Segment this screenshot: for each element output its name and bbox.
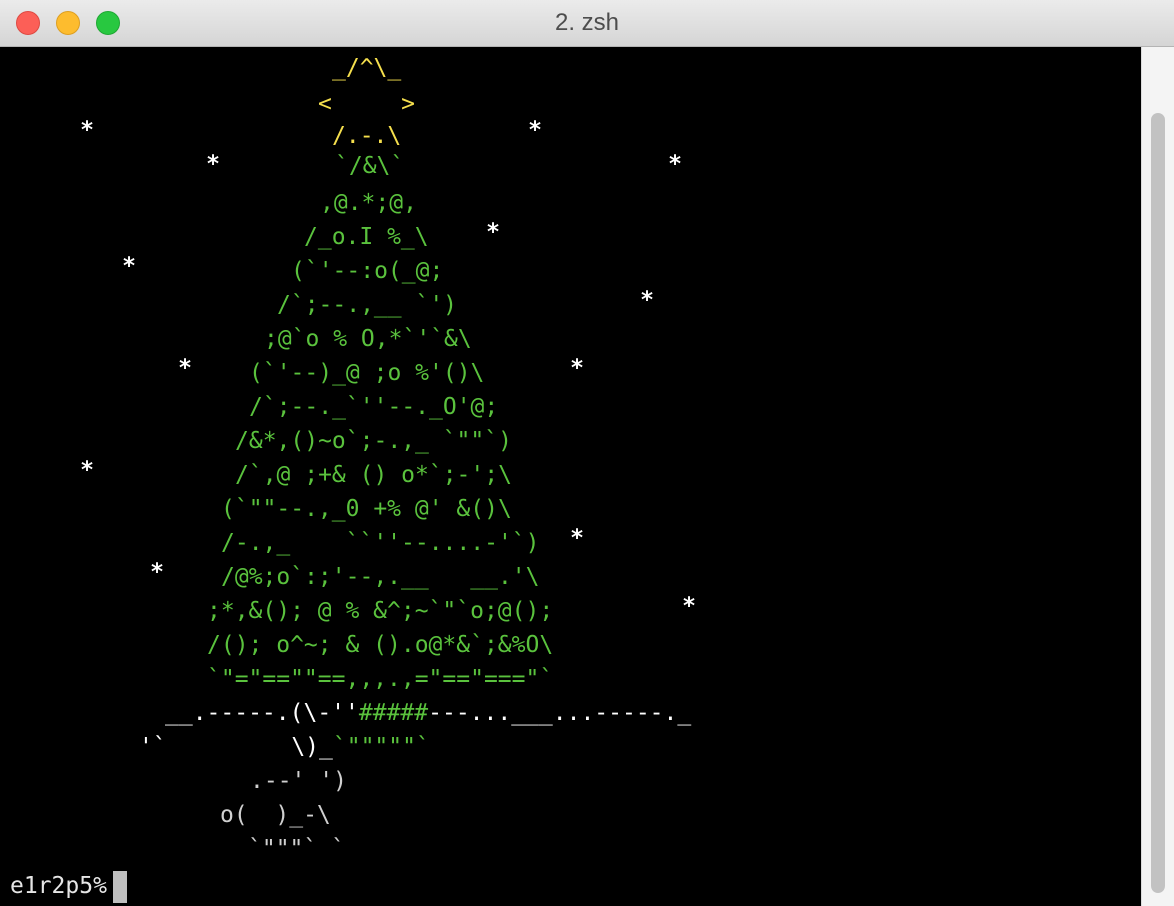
prompt-text: e1r2p5% bbox=[10, 873, 107, 899]
tree-line-11: (`""--.,_0 +% @' &()\ bbox=[221, 496, 512, 522]
tree-line-14: ;*,&(); @ % &^;~`"`o;@(); bbox=[207, 598, 554, 624]
text-cursor bbox=[112, 870, 127, 903]
tree-base: __.-----.(\-''#####---...___...-----._ bbox=[165, 696, 691, 730]
tree-trunk-1-white: '` \)_ bbox=[139, 734, 333, 760]
tree-star-top: _/^\_ bbox=[332, 55, 402, 81]
tree-line-12: /-.,_ ``''--....-'`) bbox=[221, 530, 540, 556]
snowflake: * bbox=[150, 559, 164, 586]
tree-trunk-2: .--' ') bbox=[250, 768, 347, 794]
snowflake: * bbox=[682, 593, 696, 620]
tree-base-right: ---...___...-----._ bbox=[428, 700, 692, 726]
scrollbar-thumb[interactable] bbox=[1151, 113, 1165, 893]
window-title: 2. zsh bbox=[554, 9, 620, 36]
tree-base-left: __.-----.(\-'' bbox=[165, 700, 359, 726]
tree-star-middle: < > bbox=[318, 91, 415, 117]
snowflake: * bbox=[570, 355, 584, 382]
tree-base-hashes: ##### bbox=[358, 700, 429, 726]
tree-trunk-3: o( )_-\ bbox=[220, 802, 331, 828]
tree-line-6: ;@`o % O,*`'`&\ bbox=[264, 326, 472, 352]
snowflake: * bbox=[570, 525, 584, 552]
snowflake: * bbox=[206, 151, 220, 178]
tree-trunk-1-green: `"""""` bbox=[332, 734, 430, 760]
tree-line-10: /`,@ ;+& () o*`;-';\ bbox=[235, 462, 512, 488]
snowflake: * bbox=[640, 287, 654, 314]
snowflake: * bbox=[486, 219, 500, 246]
tree-line-15: /(); o^~; & ().o@*&`;&%O\ bbox=[207, 632, 554, 658]
tree-line-13: /@%;o`:;'--,.__ __.'\ bbox=[221, 564, 540, 590]
tree-trunk-1: '` \)_`"""""` bbox=[139, 730, 430, 764]
tree-line-2: ,@.*;@, bbox=[320, 190, 417, 216]
tree-line-3: /_o.I %_\ bbox=[304, 224, 429, 250]
tree-line-1: `/&\` bbox=[335, 153, 405, 179]
snowflake: * bbox=[178, 355, 192, 382]
tree-star-bottom: /.-.\ bbox=[332, 123, 402, 149]
snowflake: * bbox=[528, 117, 542, 144]
snowflake: * bbox=[668, 151, 682, 178]
tree-trunk-4: `"""` ` bbox=[248, 836, 345, 862]
tree-line-16: `"="==""==,,,.,="=="==="` bbox=[207, 666, 554, 692]
tree-line-4: (`'--:o(_@; bbox=[291, 258, 444, 284]
terminal-content[interactable]: _/^\_ < > /.-.\ `/&\` ,@.*;@, /_o.I %_\ … bbox=[0, 47, 1141, 906]
title-bar: 2. zsh bbox=[0, 0, 1174, 47]
tree-line-8: /`;--._`''--._O'@; bbox=[249, 394, 499, 420]
tree-line-7: (`'--)_@ ;o %'()\ bbox=[249, 360, 485, 386]
terminal-window: 2. zsh _/^\_ < > /.-.\ `/&\` ,@.*;@, /_o… bbox=[0, 0, 1174, 906]
shell-prompt[interactable]: e1r2p5% bbox=[10, 869, 127, 903]
snowflake: * bbox=[80, 117, 94, 144]
tree-line-9: /&*,()~o`;-.,_ `""`) bbox=[235, 428, 512, 454]
vertical-scrollbar[interactable] bbox=[1141, 47, 1174, 906]
snowflake: * bbox=[122, 253, 136, 280]
snowflake: * bbox=[80, 457, 94, 484]
tree-line-5: /`;--.,__ `') bbox=[277, 292, 458, 318]
